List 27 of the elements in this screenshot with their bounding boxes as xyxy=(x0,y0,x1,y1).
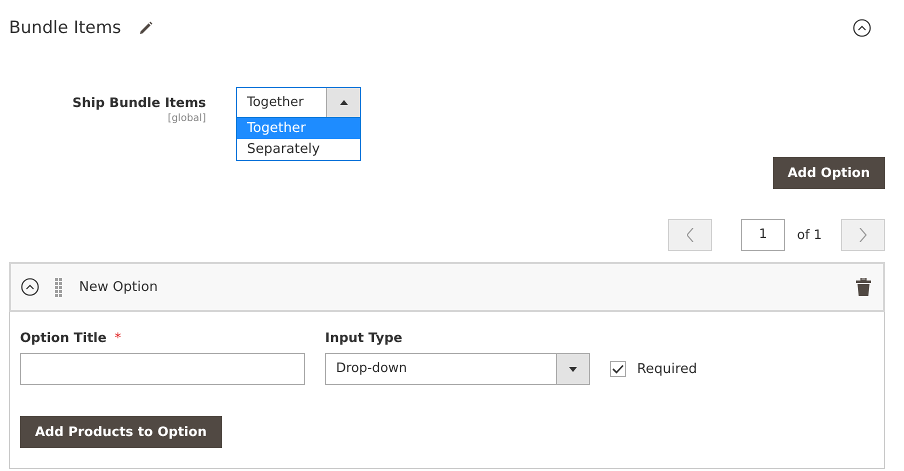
checkbox-label: Required xyxy=(637,361,698,377)
add-products-button[interactable]: Add Products to Option xyxy=(20,416,222,448)
collapse-icon[interactable] xyxy=(21,278,39,296)
checkbox[interactable] xyxy=(610,361,626,377)
add-option-button[interactable]: Add Option xyxy=(772,157,885,189)
caret-down-icon xyxy=(569,366,577,372)
checkmark-icon xyxy=(612,364,624,374)
field-label: Ship Bundle Items xyxy=(71,95,206,112)
pencil-icon[interactable] xyxy=(139,21,154,35)
chevron-right-icon xyxy=(859,228,867,242)
text-field[interactable] xyxy=(20,353,305,385)
scope-label: [global] xyxy=(166,112,206,125)
drag-handle-icon[interactable] xyxy=(55,278,62,296)
required-mark: * xyxy=(114,331,122,346)
select-field[interactable]: Together xyxy=(236,87,361,118)
field-label: Option Title xyxy=(20,331,107,346)
trash-icon[interactable] xyxy=(856,278,871,296)
caret-up-icon xyxy=(340,100,348,105)
dropdown-option[interactable]: Separately xyxy=(237,139,360,160)
field-label: Input Type xyxy=(325,331,402,346)
option-title: New Option xyxy=(79,279,158,295)
select-field[interactable]: Drop-down xyxy=(325,353,590,385)
page-number-field[interactable]: 1 xyxy=(741,219,785,251)
collapse-icon[interactable] xyxy=(853,19,871,37)
page-count: of 1 xyxy=(796,228,823,242)
chevron-left-icon xyxy=(686,228,694,242)
section-title: Bundle Items xyxy=(9,18,122,38)
